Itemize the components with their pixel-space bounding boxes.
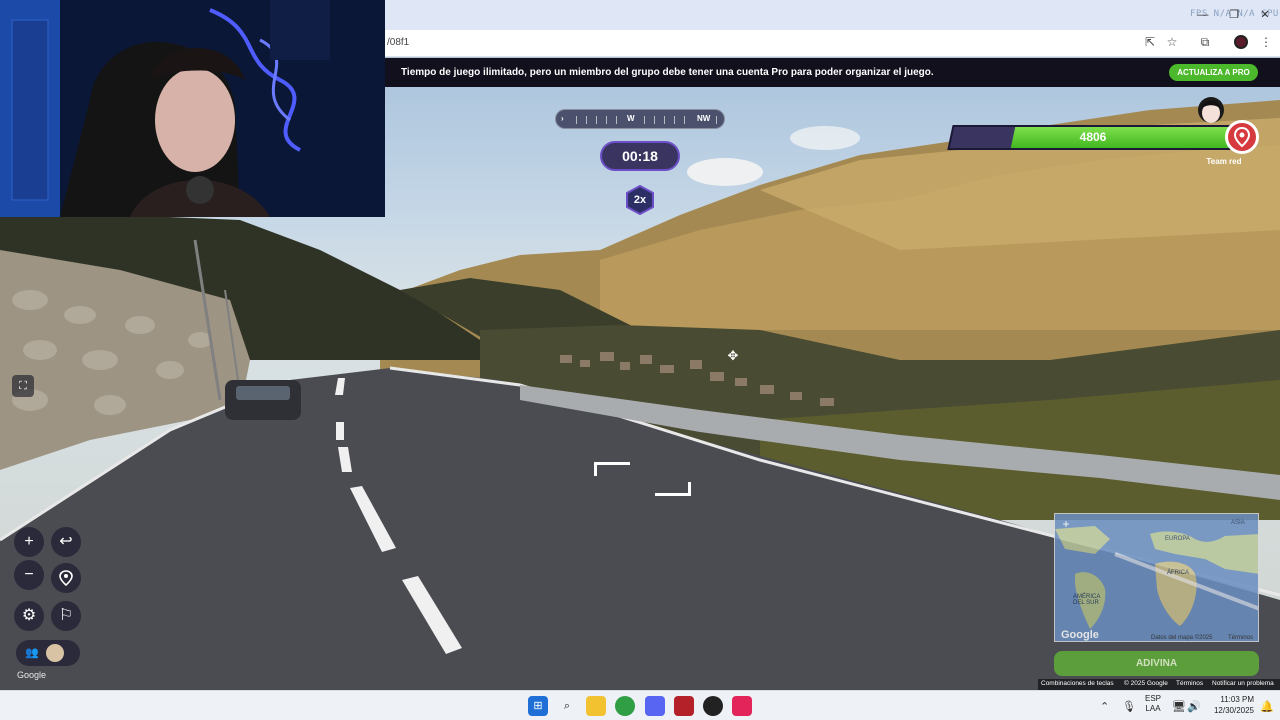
volume-icon[interactable]: 🔊 — [1187, 700, 1201, 713]
copyright-text: © 2025 Google — [1124, 680, 1168, 687]
windows-taskbar: ⊞ ⌕ ⌃ 🎙 ESP LAA 🖥 🔊 11:03 PM 12/30/2025 … — [0, 690, 1280, 720]
screen: FPS N/A N/A GPU 33 % 41 °C 540 MHz 0.725… — [0, 0, 1280, 720]
flag-icon: ⚐ — [58, 607, 74, 624]
minimize-button[interactable]: — — [1193, 6, 1213, 24]
file-explorer-icon[interactable] — [586, 696, 606, 716]
compass-label-w: W — [627, 114, 635, 123]
minimap-google-logo: Google — [1061, 629, 1099, 641]
damage-multiplier-badge: 2x — [625, 184, 655, 216]
tab-search-icon[interactable]: ⧉ — [1196, 33, 1214, 51]
terms-link[interactable]: Términos — [1176, 680, 1203, 687]
browser-menu-icon[interactable]: ⋮ — [1257, 33, 1275, 51]
zoom-in-button[interactable]: + — [14, 527, 44, 557]
upgrade-pro-button[interactable]: ACTUALIZA A PRO — [1169, 64, 1258, 81]
world-map-graphic — [1055, 514, 1258, 641]
tray-overflow-chevron-icon[interactable]: ⌃ — [1100, 700, 1109, 713]
map-label-asia: ASIA — [1231, 520, 1245, 526]
map-pin-icon — [59, 570, 73, 587]
report-problem-link[interactable]: Notificar un problema — [1212, 680, 1274, 687]
multiplier-text: 2x — [633, 194, 647, 206]
streamer-webcam-image — [0, 0, 385, 217]
street-view-toggle-icon[interactable]: ⛶ — [12, 375, 34, 397]
browser-title-bar: FPS N/A N/A GPU 33 % 41 °C 540 MHz 0.725… — [385, 0, 1280, 30]
notifications-icon[interactable]: 🔔 — [1260, 700, 1274, 713]
compass-tick-west-edge: › — [561, 114, 564, 123]
round-timer: 00:18 — [600, 141, 680, 171]
set-checkpoint-button[interactable] — [51, 563, 81, 593]
move-cursor-icon: ✥ — [727, 348, 739, 363]
webcam-overlay — [0, 0, 385, 217]
player-avatar-icon — [46, 644, 64, 662]
minimap-terms[interactable]: Términos — [1228, 635, 1253, 641]
team-health-value: 4806 — [1079, 130, 1107, 144]
party-members-pill[interactable]: 👥 — [16, 640, 80, 666]
clock-time: 11:03 PM — [1220, 695, 1254, 704]
map-label-europa: EUROPA — [1165, 536, 1190, 542]
map-label-south-america: AMÉRICA DEL SUR — [1073, 594, 1101, 606]
team-location-pin-icon — [1225, 120, 1259, 154]
minimap-credit: Datos del mapa ©2025 — [1151, 635, 1213, 641]
reticle-bottom-right — [655, 482, 691, 496]
network-icon[interactable]: 🖥 — [1172, 700, 1186, 713]
windows-start-icon[interactable]: ⊞ — [528, 696, 548, 716]
zoom-out-button[interactable]: − — [14, 560, 44, 590]
reticle-top-left — [594, 462, 630, 476]
people-icon: 👥 — [25, 647, 39, 659]
guess-minimap[interactable]: + EUROPA ÁFRICA AMÉRICA DEL SUR ASIA Goo… — [1054, 513, 1259, 642]
discord-icon[interactable] — [645, 696, 665, 716]
return-to-start-button[interactable]: ↩ — [51, 527, 81, 557]
microphone-icon[interactable]: 🎙 — [1122, 700, 1136, 713]
system-clock[interactable]: 11:03 PM 12/30/2025 — [1204, 694, 1254, 716]
close-button[interactable]: ✕ — [1255, 6, 1275, 24]
settings-button[interactable]: ⚙ — [14, 601, 44, 631]
search-icon[interactable]: ⌕ — [557, 696, 577, 716]
chrome-icon[interactable] — [615, 696, 635, 716]
gear-icon: ⚙ — [21, 607, 37, 624]
map-label-africa: ÁFRICA — [1167, 570, 1190, 576]
obs-icon[interactable] — [703, 696, 723, 716]
keyboard-shortcuts-link[interactable]: Combinaciones de teclas — [1041, 680, 1114, 687]
profile-avatar[interactable] — [1234, 35, 1248, 49]
compass: › W NW — [555, 109, 725, 129]
flag-button[interactable]: ⚐ — [51, 601, 81, 631]
team-member-avatar — [1196, 95, 1226, 125]
minimap-zoom-in[interactable]: + — [1059, 517, 1073, 531]
streaming-app-icon[interactable] — [674, 696, 694, 716]
google-logo: Google — [17, 670, 47, 680]
tiktok-live-icon[interactable] — [732, 696, 752, 716]
layout-code: LAA — [1145, 704, 1161, 713]
pro-banner: Tiempo de juego ilimitado, pero un miemb… — [385, 58, 1280, 87]
bookmark-star-icon[interactable]: ☆ — [1163, 33, 1181, 51]
compass-label-nw: NW — [697, 114, 711, 123]
maps-footer: Combinaciones de teclas © 2025 Google Té… — [1038, 679, 1280, 690]
banner-message: Tiempo de juego ilimitado, pero un miemb… — [401, 67, 934, 78]
restore-button[interactable]: ❐ — [1224, 6, 1244, 24]
input-language[interactable]: ESP LAA — [1145, 694, 1161, 714]
guess-button[interactable]: ADIVINA — [1054, 651, 1259, 676]
url-text[interactable]: /08f1 — [387, 37, 409, 48]
team-name: Team red — [1206, 157, 1242, 166]
install-app-icon[interactable]: ⇱ — [1141, 33, 1159, 51]
clock-date: 12/30/2025 — [1213, 706, 1254, 715]
language-code: ESP — [1145, 694, 1162, 703]
